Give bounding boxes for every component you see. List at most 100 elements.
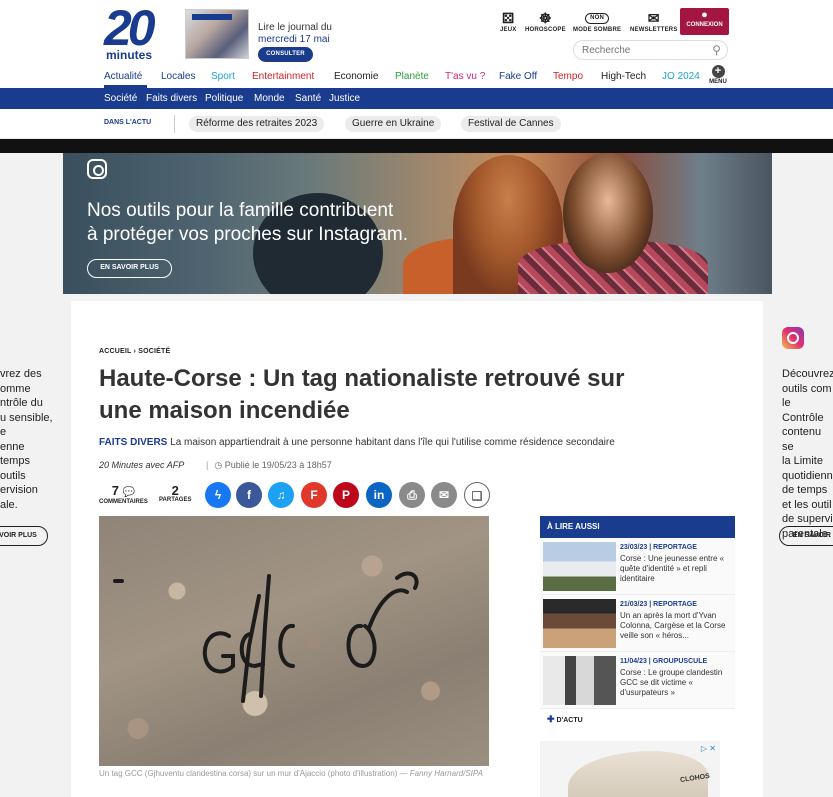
toggle-switch-icon: NON	[585, 13, 610, 24]
pinterest-share-button[interactable]: P	[333, 482, 359, 508]
nav-item-economie[interactable]: Economie	[334, 71, 378, 82]
breadcrumb[interactable]: ACCUEIL › SOCIÉTÉ	[99, 348, 170, 355]
subnav-item-justice[interactable]: Justice	[329, 93, 360, 104]
comments-count[interactable]: 7 💬 COMMENTAIRES	[99, 484, 148, 505]
article-rubric[interactable]: FAITS DIVERS	[99, 437, 167, 448]
subnav-item-monde[interactable]: Monde	[254, 93, 285, 104]
site-header: 20 minutes Lire le journal du mercredi 1…	[0, 0, 833, 88]
nav-item-high-tech[interactable]: High-Tech	[601, 71, 646, 82]
related-item[interactable]: 21/03/23 | REPORTAGE Un an après la mort…	[540, 595, 735, 652]
sub-navigation: Société Faits divers Politique Monde San…	[0, 88, 833, 109]
twitter-share-button[interactable]: ♫	[268, 482, 294, 508]
site-logo[interactable]: 20 minutes	[104, 0, 160, 62]
instagram-icon	[87, 159, 107, 179]
email-share-button[interactable]: ✉	[431, 482, 457, 508]
messenger-icon: ϟ	[214, 488, 222, 502]
menu-button[interactable]: + MENU	[708, 65, 728, 85]
related-thumbnail	[543, 599, 616, 648]
instagram-banner-ad[interactable]: Nos outils pour la famille contribuent à …	[63, 153, 772, 294]
dark-mode-toggle[interactable]: NON MODE SOMBRE	[573, 11, 621, 33]
trending-divider	[174, 115, 175, 133]
photo-caption: Un tag GCC (Gjhuventu clandestina corsa)…	[99, 769, 483, 778]
article-author: 20 Minutes avec AFP	[99, 460, 185, 470]
pinterest-icon: P	[341, 488, 350, 502]
flipboard-icon: F	[310, 488, 318, 502]
nav-item-entertainment[interactable]: Entertainment	[252, 71, 314, 82]
more-news-link[interactable]: ✚ D'ACTU	[547, 714, 583, 725]
left-ad-button[interactable]: VOIR PLUS	[0, 526, 48, 546]
right-ad-text: Découvrez outils com le Contrôle contenu se…	[782, 368, 833, 540]
clock-icon: ◷	[214, 460, 223, 470]
search-box: ⚲	[573, 40, 728, 60]
nav-item-planete[interactable]: Planète	[395, 71, 429, 82]
trending-bar: DANS L'ACTU Réforme des retraites 2023 G…	[0, 109, 833, 139]
journal-cover-thumbnail[interactable]	[185, 9, 249, 59]
ad-top-strip	[0, 139, 833, 153]
related-articles: À LIRE AUSSI 23/03/23 | REPORTAGE Corse …	[540, 516, 735, 709]
journal-label: Lire le journal du	[258, 22, 332, 33]
plus-icon: ✚	[547, 714, 555, 724]
envelope-icon: ✉	[438, 488, 450, 502]
linkedin-icon: in	[373, 488, 385, 502]
related-thumbnail	[543, 542, 616, 591]
trending-pill[interactable]: Réforme des retraites 2023	[189, 116, 325, 132]
subnav-item-sante[interactable]: Santé	[295, 93, 321, 104]
article-container: ACCUEIL › SOCIÉTÉ Haute-Corse : Un tag n…	[71, 301, 763, 797]
search-input[interactable]	[582, 43, 702, 58]
nav-item-fake-off[interactable]: Fake Off	[499, 71, 537, 82]
banner-headline: Nos outils pour la famille contribuent à …	[87, 200, 409, 245]
journal-date: mercredi 17 mai	[258, 34, 330, 45]
facebook-share-button[interactable]: f	[236, 482, 262, 508]
search-icon[interactable]: ⚲	[712, 43, 721, 57]
shoe-ad[interactable]: ▷ ✕ CLOHOS	[540, 741, 720, 797]
ad-shoe-image	[568, 751, 708, 797]
logo-word: minutes	[106, 48, 153, 62]
article-main-photo	[99, 516, 489, 766]
jeux-button[interactable]: ⚄ JEUX	[500, 11, 516, 33]
shares-count: 2 PARTAGES	[159, 483, 192, 503]
related-item[interactable]: 23/03/23 | REPORTAGE Corse : Une jeuness…	[540, 538, 735, 595]
facebook-icon: f	[247, 488, 251, 502]
plus-icon: +	[711, 65, 725, 78]
printer-icon: ⎙	[407, 488, 417, 502]
bookmark-icon: ❑	[471, 489, 483, 503]
consult-button[interactable]: CONSULTER	[258, 47, 313, 62]
messenger-share-button[interactable]: ϟ	[205, 482, 231, 508]
connexion-button[interactable]: ● CONNEXION	[680, 8, 729, 35]
horoscope-button[interactable]: ☸ HOROSCOPE	[525, 11, 566, 33]
nav-item-tempo[interactable]: Tempo	[553, 71, 583, 82]
subnav-item-societe[interactable]: Société	[104, 93, 137, 104]
article-title: Haute-Corse : Un tag nationaliste retrou…	[99, 365, 625, 424]
related-thumbnail	[543, 656, 616, 705]
subnav-item-politique[interactable]: Politique	[205, 93, 243, 104]
article-lead: FAITS DIVERS La maison appartiendrait à …	[99, 437, 615, 448]
trending-pill[interactable]: Festival de Cannes	[461, 116, 561, 132]
related-item[interactable]: 11/04/23 | GROUPUSCULE Corse : Le groupe…	[540, 652, 735, 709]
bookmark-button[interactable]: ❑	[464, 482, 490, 508]
article-published: | ◷ Publié le 19/05/23 à 18h57	[206, 460, 332, 470]
nav-item-jo-2024[interactable]: JO 2024	[662, 71, 700, 82]
banner-person-face	[563, 153, 653, 273]
logo-digits: 20	[104, 0, 156, 56]
trending-pill[interactable]: Guerre en Ukraine	[345, 116, 442, 132]
newsletters-button[interactable]: ✉ NEWSLETTERS	[630, 11, 678, 33]
instagram-icon	[782, 327, 804, 349]
flipboard-share-button[interactable]: F	[301, 482, 327, 508]
left-ad-text: vrez des omme ntrôle du u sensible, e enne tem…	[0, 368, 53, 511]
trending-label: DANS L'ACTU	[104, 119, 152, 126]
related-header: À LIRE AUSSI	[540, 516, 735, 538]
comment-bubble-icon: 💬	[122, 487, 136, 498]
nav-item-sport[interactable]: Sport	[211, 71, 235, 82]
nav-item-tas-vu[interactable]: T'as vu ?	[445, 71, 485, 82]
nav-item-locales[interactable]: Locales	[161, 71, 195, 82]
ad-close-icon[interactable]: ▷ ✕	[701, 744, 716, 753]
envelope-icon: ✉	[647, 10, 660, 26]
print-button[interactable]: ⎙	[399, 482, 425, 508]
dice-icon: ⚄	[502, 10, 515, 26]
subnav-item-faits-divers[interactable]: Faits divers	[146, 93, 197, 104]
linkedin-share-button[interactable]: in	[366, 482, 392, 508]
right-ad-button[interactable]: EN SAVOIR	[779, 526, 833, 546]
nav-item-actualite[interactable]: Actualité	[104, 71, 142, 82]
zodiac-wheel-icon: ☸	[539, 10, 552, 26]
banner-learn-more-button[interactable]: EN SAVOIR PLUS	[87, 259, 172, 278]
